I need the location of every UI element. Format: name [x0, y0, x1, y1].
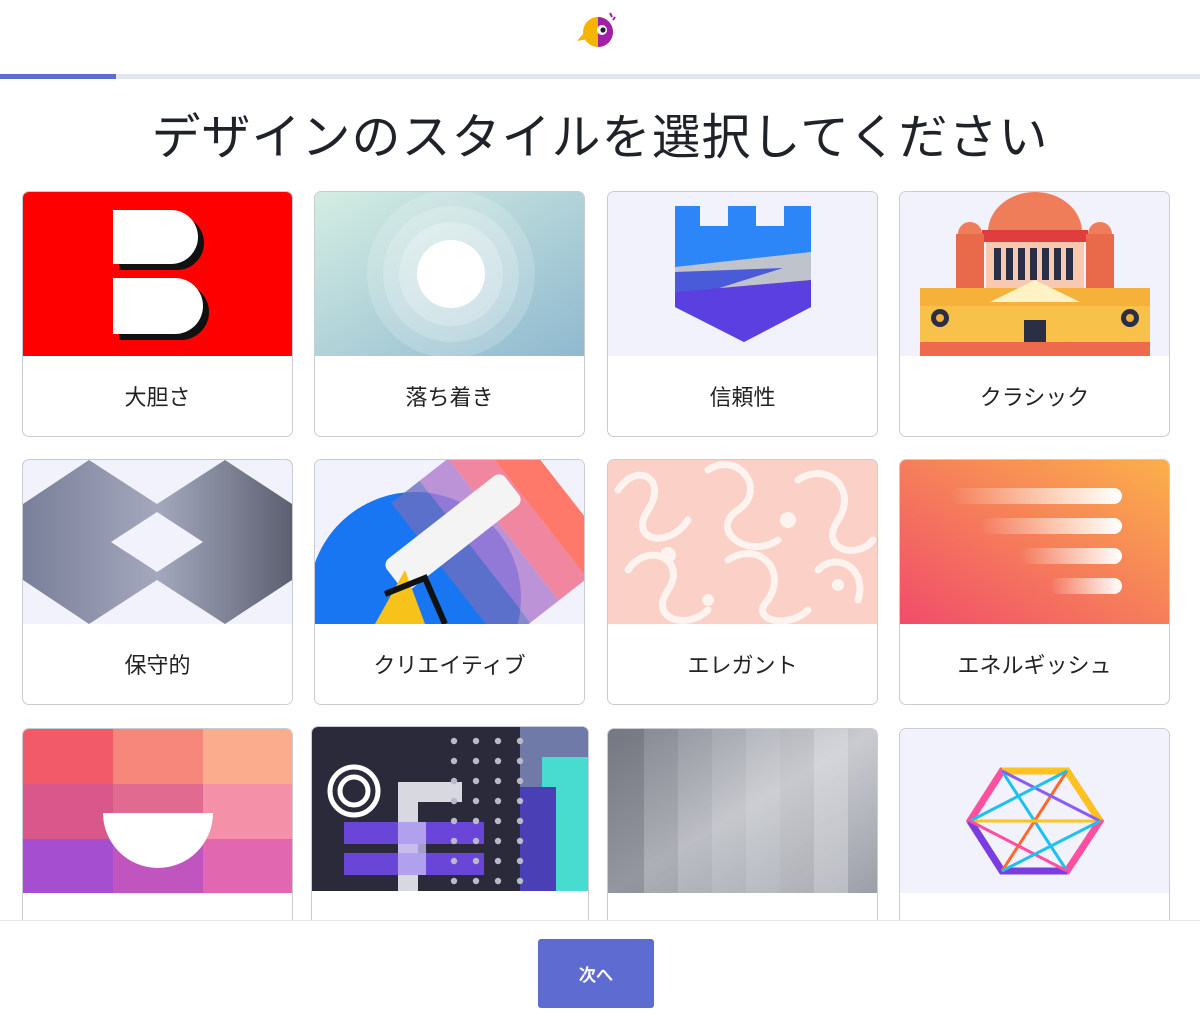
style-card-label: 落ち着き — [405, 386, 494, 411]
footer-bar: 次へ — [0, 920, 1200, 1024]
speed-lines-icon — [900, 460, 1169, 624]
style-card-elegant[interactable]: エレガント — [607, 459, 878, 705]
style-card-trust[interactable]: 信頼性 — [607, 191, 878, 437]
style-card-label: クラシック — [979, 386, 1090, 411]
style-grid: 大胆さ 落ち着き 信頼性 クラシック 保守的 クリエイティブ エレガント エネル… — [0, 0, 1200, 1023]
geometric-dots-icon — [312, 727, 588, 891]
paint-roller-icon — [315, 460, 584, 624]
style-card-label: 信頼性 — [709, 386, 776, 411]
style-card-label: エレガント — [687, 654, 798, 679]
shield-castle-icon — [608, 192, 877, 356]
semicircle-grid-icon — [23, 729, 292, 893]
style-card-conservative[interactable]: 保守的 — [22, 459, 293, 705]
metal-texture-icon — [608, 729, 877, 893]
style-card-bold[interactable]: 大胆さ — [22, 191, 293, 437]
bold-b-icon — [23, 192, 292, 356]
style-card-calm[interactable]: 落ち着き — [314, 191, 585, 437]
style-card-label: クリエイティブ — [373, 654, 526, 679]
calm-circles-icon — [315, 192, 584, 356]
classic-building-icon — [900, 192, 1169, 356]
damask-pattern-icon — [608, 460, 877, 624]
style-card-classic[interactable]: クラシック — [899, 191, 1170, 437]
style-card-label: 大胆さ — [124, 386, 191, 411]
conservative-pattern-icon — [23, 460, 292, 624]
style-card-label: 保守的 — [124, 654, 191, 679]
style-card-creative[interactable]: クリエイティブ — [314, 459, 585, 705]
hexagon-lines-icon — [900, 729, 1169, 893]
next-button[interactable]: 次へ — [538, 939, 654, 1008]
style-card-label: エネルギッシュ — [957, 654, 1112, 679]
style-card-energetic[interactable]: エネルギッシュ — [899, 459, 1170, 705]
